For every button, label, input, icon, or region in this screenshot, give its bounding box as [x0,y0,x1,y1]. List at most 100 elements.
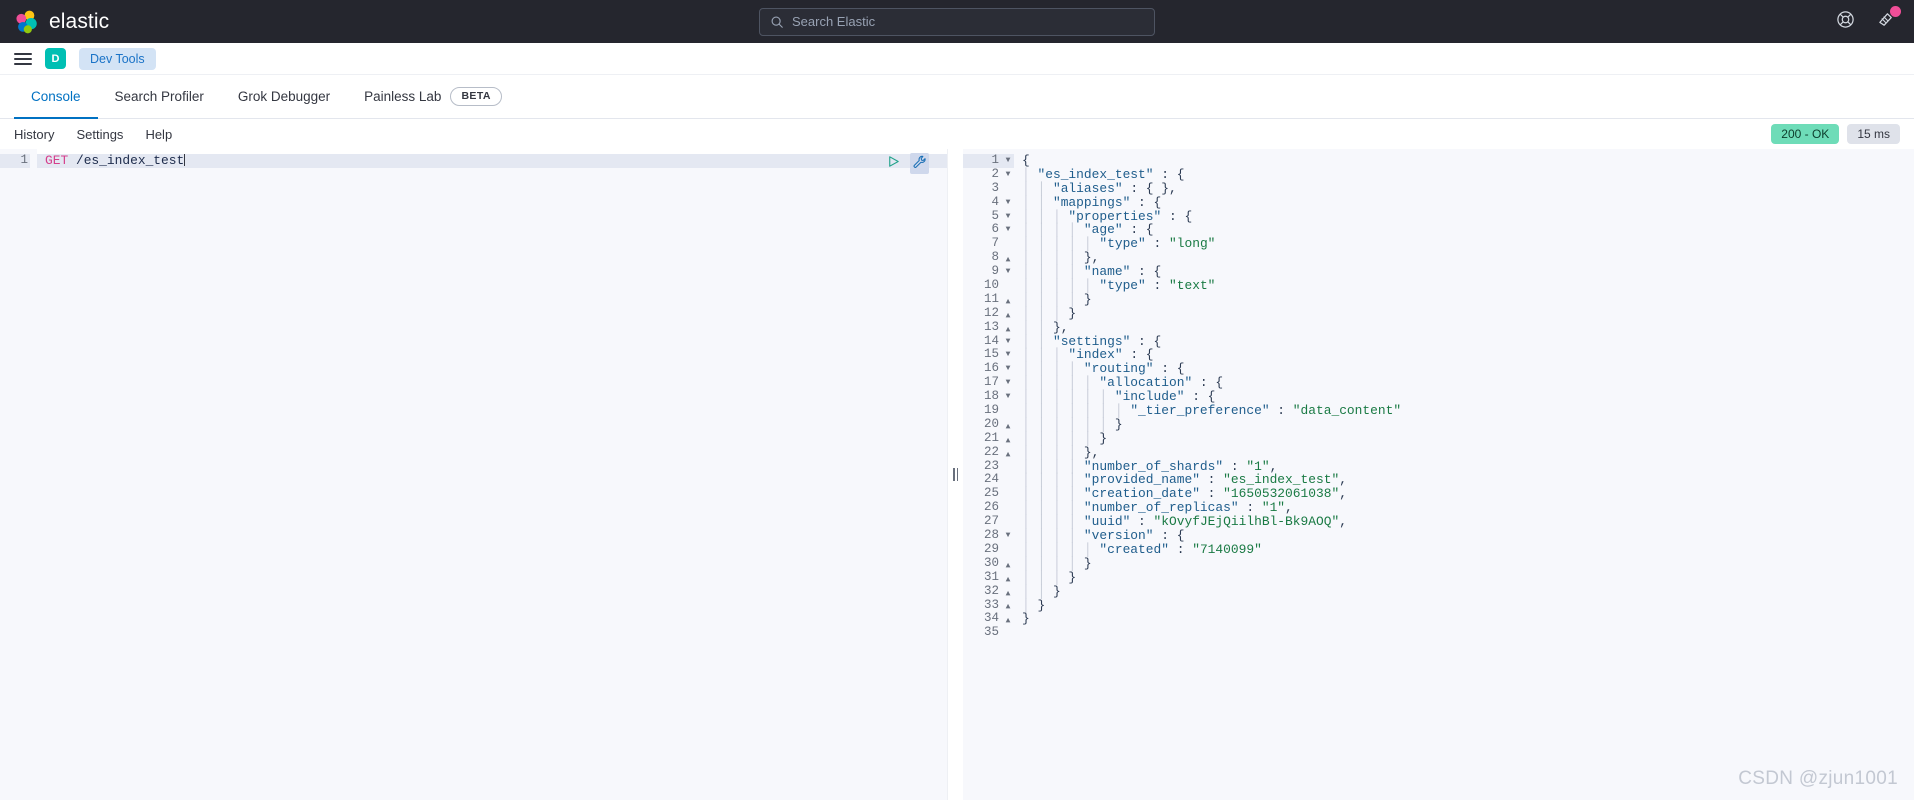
response-line-number: 35▼ [983,625,999,640]
fold-expand-icon[interactable]: ▼ [1004,324,1012,333]
punctuation: : { [1192,375,1224,391]
punctuation: : [1130,514,1154,530]
tab-painless-lab[interactable]: Painless Lab BETA [347,76,519,119]
fold-expand-icon[interactable]: ▼ [1004,601,1012,610]
indent-guide: │ │ │ [1022,208,1069,224]
tab-search-profiler[interactable]: Search Profiler [98,76,221,119]
request-editor-pane[interactable]: 1 GET /es_index_test [0,149,948,800]
punctuation: : [1199,472,1224,488]
punctuation: } [1037,597,1046,613]
response-line: │ │ │ │ "uuid" : "kOvyfJEjQiilhBl-Bk9AOQ… [1020,515,1914,529]
fold-collapse-icon[interactable]: ▼ [1004,212,1012,221]
global-header: elastic [0,0,1914,43]
global-search[interactable] [759,7,1155,36]
fold-collapse-icon[interactable]: ▼ [1004,156,1012,165]
fold-expand-icon[interactable]: ▼ [1004,615,1012,624]
breadcrumb-dev-tools[interactable]: Dev Tools [79,47,156,70]
fold-expand-icon[interactable]: ▼ [1004,310,1012,319]
json-key: "number_of_shards" [1083,458,1224,474]
fold-collapse-icon[interactable]: ▼ [1004,351,1012,359]
response-line-number: 15 ▼ [983,347,1012,362]
tab-grok-debugger[interactable]: Grok Debugger [221,76,347,119]
response-line: │ │ "mappings" : { [1020,194,1914,210]
response-line-number: 3▼ [991,180,999,195]
response-line-number: 25▼ [983,486,999,501]
fold-collapse-icon[interactable]: ▼ [1004,531,1012,540]
fold-expand-icon[interactable]: ▼ [1004,560,1012,569]
request-gutter: 1 [0,149,37,800]
request-line-1[interactable]: GET /es_index_test [37,154,947,168]
json-string-value: "7140099" [1192,541,1262,557]
response-line-number: 4 ▼ [991,194,1012,209]
beta-badge: BETA [450,87,502,106]
response-code-area[interactable]: {│ "es_index_test" : {│ │ "aliases" : { … [1020,149,1914,800]
json-string-value: "es_index_test" [1223,472,1340,488]
response-scroll-strip[interactable] [963,793,1914,800]
response-pane[interactable]: 1▼2▼3▼4▼5▼6▼7▼8▼9▼10▼11▼12▼13▼14▼15▼16▼1… [963,149,1914,800]
request-empty-area[interactable] [37,167,947,800]
response-line: │ │ │ │ } [1020,292,1914,307]
indent-guide: │ │ │ │ │ [1022,278,1100,294]
fold-expand-icon[interactable]: ▼ [1004,449,1012,458]
space-avatar[interactable]: D [45,48,66,69]
help-lifebuoy-icon[interactable] [1836,10,1855,34]
indent-guide: │ │ │ │ │ [1022,541,1100,557]
fold-expand-icon[interactable]: ▼ [1004,296,1012,305]
fold-expand-icon[interactable]: ▼ [1004,588,1012,597]
response-line: │ │ │ "index" : { [1020,348,1914,362]
indent-guide: │ │ [1022,194,1053,210]
response-line: { [1020,154,1914,168]
search-input[interactable] [792,14,1144,29]
help-button[interactable]: Help [145,127,184,142]
request-code-area[interactable]: GET /es_index_test [37,149,947,800]
history-button[interactable]: History [14,127,66,142]
fold-collapse-icon[interactable]: ▼ [1004,393,1012,401]
punctuation: } [1022,611,1030,627]
response-line: │ } [1020,597,1914,613]
fold-collapse-icon[interactable]: ▼ [1004,365,1012,373]
fold-expand-icon[interactable]: ▼ [1004,435,1012,444]
response-gutter: 1▼2▼3▼4▼5▼6▼7▼8▼9▼10▼11▼12▼13▼14▼15▼16▼1… [963,149,1020,800]
indent-guide: │ │ │ │ [1022,361,1084,377]
news-megaphone-icon[interactable] [1877,5,1901,34]
response-line: │ │ │ │ "routing" : { [1020,362,1914,376]
indent-guide: │ │ │ │ │ │ [1022,416,1115,432]
hamburger-menu-icon[interactable] [14,50,32,68]
json-key: "created" [1099,541,1169,557]
punctuation: : { [1130,333,1162,349]
fold-collapse-icon[interactable]: ▼ [1004,226,1012,234]
drag-handle-icon[interactable] [953,468,958,481]
json-key: "age" [1083,222,1123,238]
indent-guide: │ │ │ │ [1022,486,1084,502]
punctuation: : [1199,486,1224,502]
settings-button[interactable]: Settings [76,127,135,142]
fold-expand-icon[interactable]: ▼ [1004,574,1012,583]
elapsed-badge: 15 ms [1847,124,1900,144]
header-actions [1836,5,1914,34]
response-line-number: 20 ▼ [983,416,1012,431]
fold-collapse-icon[interactable]: ▼ [1004,170,1012,179]
response-line-number: 2 ▼ [991,166,1012,181]
fold-collapse-icon[interactable]: ▼ [1004,337,1012,346]
brand-home-link[interactable]: elastic [0,9,109,35]
play-run-request-icon[interactable] [886,154,901,173]
fold-collapse-icon[interactable]: ▼ [1004,379,1012,387]
fold-expand-icon[interactable]: ▼ [1004,421,1012,430]
global-search-box[interactable] [759,7,1155,36]
indent-guide: │ │ [1022,583,1053,599]
response-line-number: 16 ▼ [983,361,1012,376]
pane-splitter[interactable] [948,149,963,800]
indent-guide: │ │ │ │ [1022,458,1084,474]
response-line: │ │ │ │ } [1020,556,1914,571]
response-line-number: 10▼ [983,278,999,293]
tab-console[interactable]: Console [14,76,98,119]
fold-collapse-icon[interactable]: ▼ [1004,198,1012,207]
response-line: │ │ │ │ "provided_name" : "es_index_test… [1020,473,1914,487]
indent-guide: │ │ │ │ │ │ [1022,389,1115,405]
tab-search-profiler-label: Search Profiler [114,89,204,104]
wrench-console-menu-icon[interactable] [910,153,929,174]
fold-collapse-icon[interactable]: ▼ [1004,268,1012,276]
fold-expand-icon[interactable]: ▼ [1004,254,1012,263]
response-line: │ │ │ │ │ } [1020,431,1914,446]
json-key: "aliases" [1052,180,1123,196]
